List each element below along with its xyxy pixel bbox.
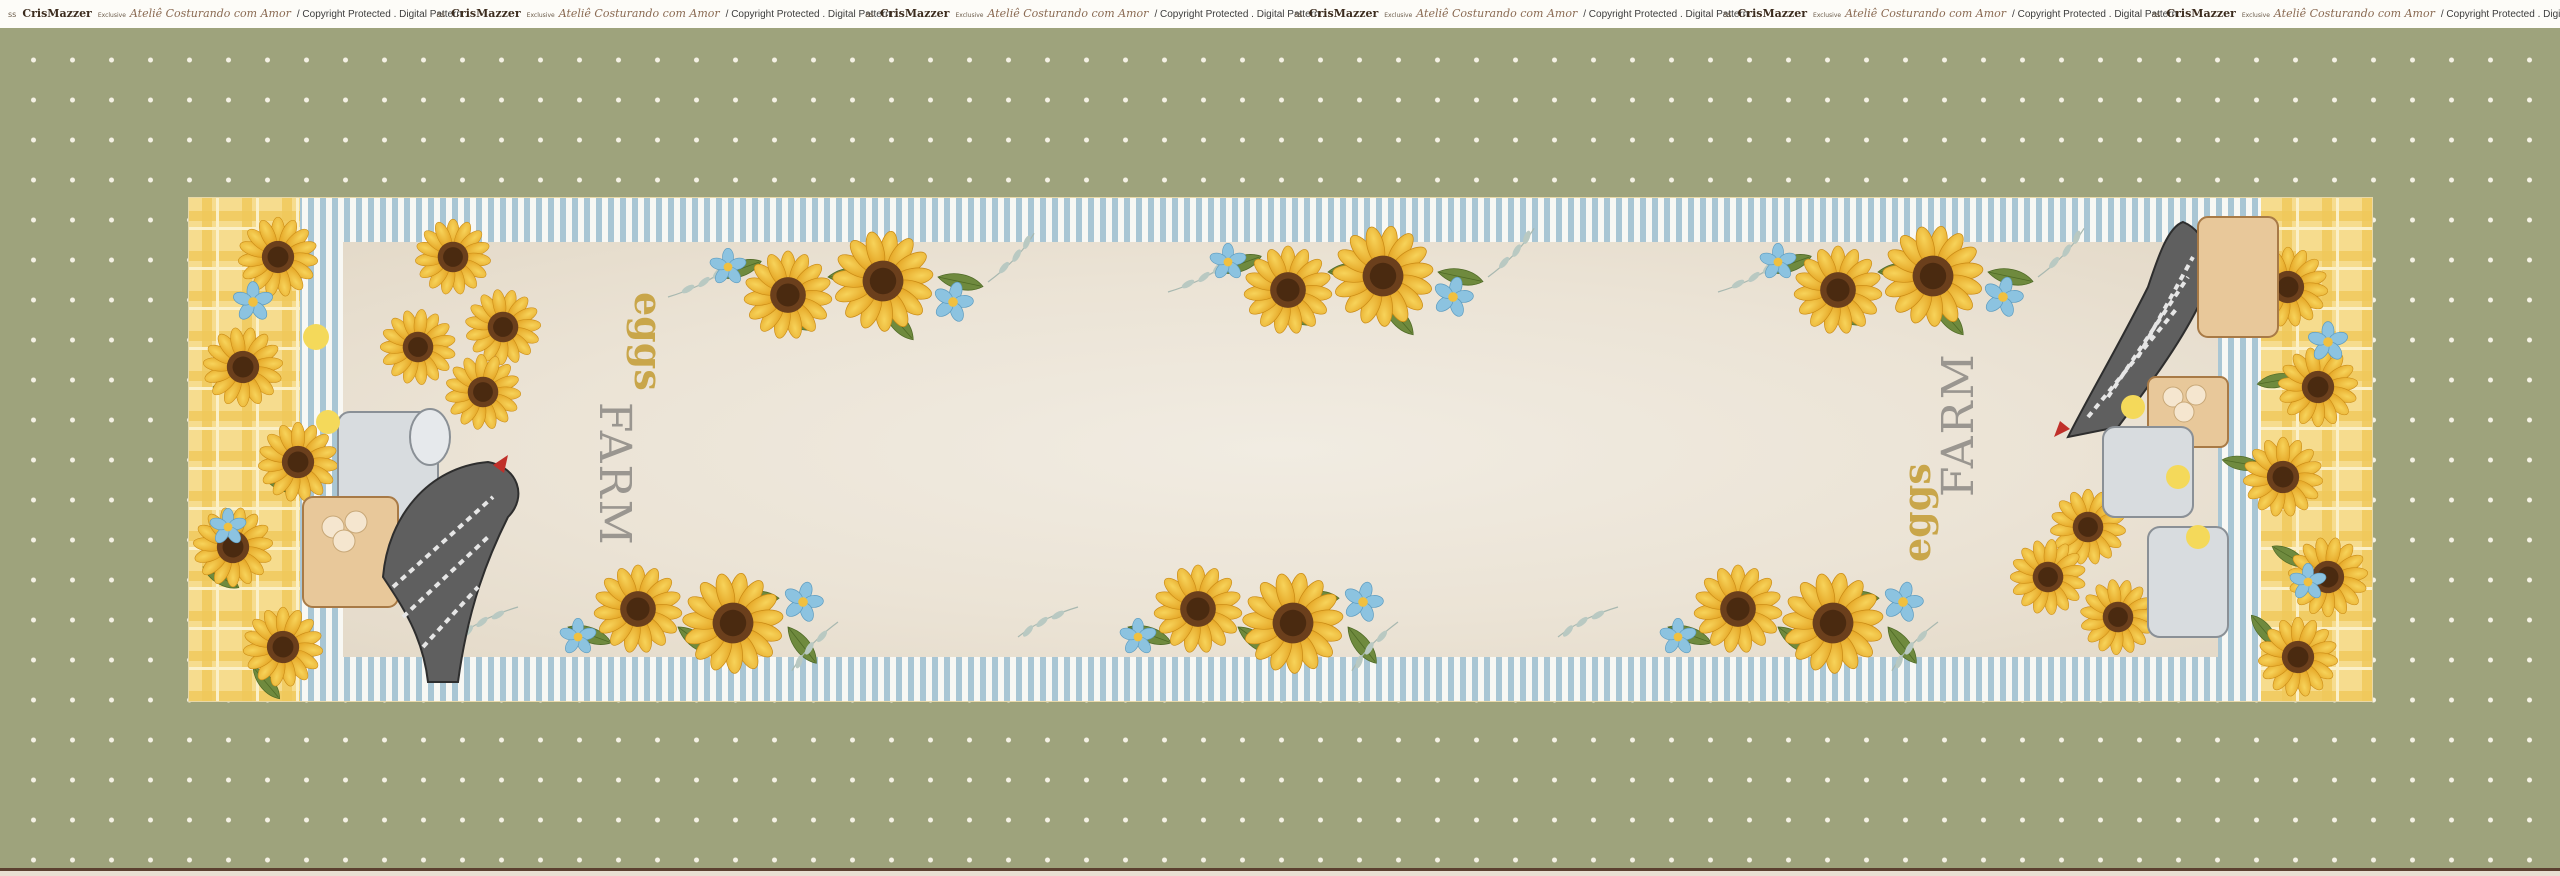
watermark-unit: ss CrisMazzer Exclusive Ateliê Costurando c… xyxy=(437,0,897,28)
watermark-exclusive: Exclusive xyxy=(526,12,555,19)
egg-basket-icon xyxy=(2197,216,2279,338)
chick-icon xyxy=(303,324,329,350)
watermark-unit: ss CrisMazzer Exclusive Ateliê Costurando c… xyxy=(1723,0,2183,28)
watermark-unit: ss CrisMazzer Exclusive Ateliê Costurando c… xyxy=(866,0,1326,28)
left-farm-label: FARM xyxy=(589,402,640,547)
watermark-brand: CrisMazzer xyxy=(879,7,950,20)
watermark-dots: ss xyxy=(1723,10,1732,19)
watermark-dots: ss xyxy=(1294,10,1303,19)
chick-icon xyxy=(2121,395,2145,419)
watermark-dots: ss xyxy=(865,10,874,19)
watermark-dots: ss xyxy=(436,10,446,19)
watermark-exclusive: Exclusive xyxy=(2241,12,2270,19)
watermark-unit: ss CrisMazzer Exclusive Ateliê Costurando c… xyxy=(1294,0,1754,28)
watermark-brand: CrisMazzer xyxy=(1737,7,1808,20)
watermark-brand: CrisMazzer xyxy=(2166,7,2236,20)
right-farm-label: FARM xyxy=(1933,352,1984,497)
watermark-brand: CrisMazzer xyxy=(22,7,92,20)
watermark-script-name: Ateliê Costurando com Amor xyxy=(129,7,291,20)
watermark-unit: ss CrisMazzer Exclusive Ateliê Costurando c… xyxy=(8,0,468,28)
watermark-dots: ss xyxy=(8,10,17,19)
watermark-script-name: Ateliê Costurando com Amor xyxy=(2273,7,2435,20)
watermark-exclusive: Exclusive xyxy=(1813,12,1842,19)
watermark-exclusive: Exclusive xyxy=(955,12,984,19)
watermark-script-name: Ateliê Costurando com Amor xyxy=(987,7,1149,20)
watermark-script-name: Ateliê Costurando com Amor xyxy=(558,7,720,20)
watermark-header-strip: ss CrisMazzer Exclusive Ateliê Costurando c… xyxy=(0,0,2560,28)
watermark-unit: ss CrisMazzer Exclusive Ateliê Costurando c… xyxy=(2152,0,2560,28)
watermark-exclusive: Exclusive xyxy=(97,12,126,19)
watermark-script-name: Ateliê Costurando com Amor xyxy=(1845,7,2007,20)
watermark-dots: ss xyxy=(2152,10,2161,19)
watermark-brand: CrisMazzer xyxy=(451,7,521,20)
table-runner-artwork: eggs FARM eggs FARM xyxy=(188,197,2373,702)
watermark-copyright: / Copyright Protected . Digital Pattern … xyxy=(2440,9,2560,20)
watermark-exclusive: Exclusive xyxy=(1384,12,1413,19)
left-eggs-label: eggs xyxy=(626,292,671,391)
watermark-script-name: Ateliê Costurando com Amor xyxy=(1416,7,1578,20)
bottom-border-band xyxy=(0,866,2560,876)
watermark-brand: CrisMazzer xyxy=(1308,7,1379,20)
